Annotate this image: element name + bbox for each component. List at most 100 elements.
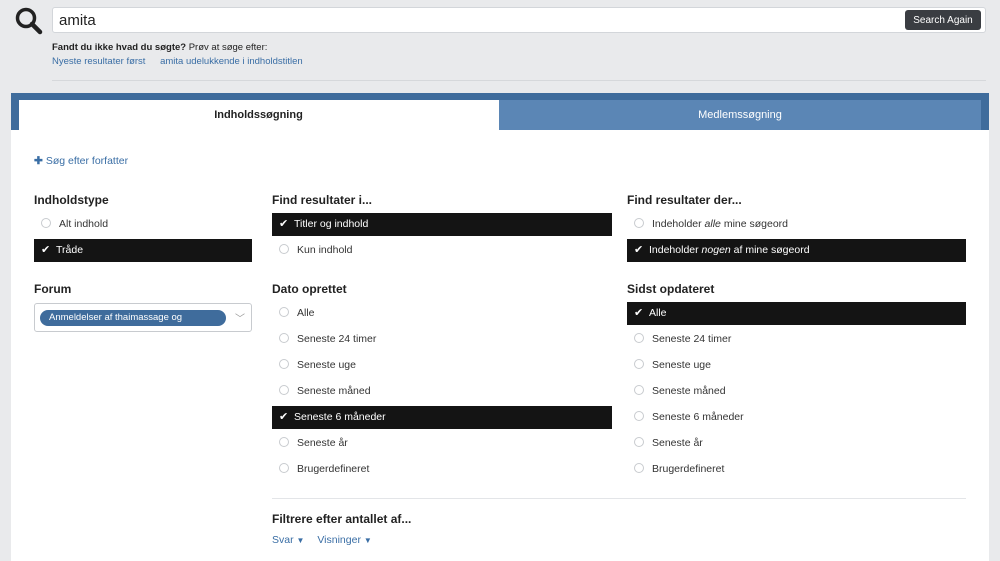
last-updated-option-6months[interactable]: Seneste 6 måneder: [627, 406, 966, 429]
filter-views-link[interactable]: Visninger ▼: [317, 534, 371, 546]
search-hint: Fandt du ikke hvad du søgte? Prøv at søg…: [52, 42, 267, 53]
check-icon: ✔: [634, 307, 644, 319]
radio-icon: [279, 463, 289, 473]
tab-member-search[interactable]: Medlemssøgning: [499, 100, 981, 130]
check-icon: ✔: [279, 218, 289, 230]
radio-icon: [634, 359, 644, 369]
chevron-down-icon[interactable]: ﹀: [235, 310, 245, 325]
option-label-suffix: mine søgeord: [720, 218, 789, 230]
option-label: Seneste år: [652, 437, 703, 449]
option-label: Tråde: [56, 244, 84, 256]
date-created-option-6months[interactable]: ✔ Seneste 6 måneder: [272, 406, 612, 429]
option-label: Seneste uge: [652, 359, 711, 371]
option-label: Seneste 6 måneder: [294, 411, 386, 423]
option-label-em: alle: [704, 218, 721, 230]
option-label: Alle: [649, 307, 667, 319]
option-label-em: nogen: [701, 244, 731, 256]
forum-select[interactable]: Anmeldelser af thaimassage og ﹀: [34, 303, 252, 332]
check-icon: ✔: [41, 244, 51, 256]
option-label: Seneste år: [297, 437, 348, 449]
caret-down-icon: ▼: [363, 536, 372, 545]
date-created-option-24h[interactable]: Seneste 24 timer: [272, 328, 612, 351]
radio-icon: [279, 307, 289, 317]
content-type-option-all[interactable]: Alt indhold: [34, 213, 252, 236]
add-author-label: Søg efter forfatter: [45, 155, 129, 167]
radio-icon: [279, 359, 289, 369]
panel-border-right: [981, 100, 989, 130]
hint-question: Fandt du ikke hvad du søgte?: [52, 42, 187, 53]
option-label-prefix: Indeholder: [652, 218, 705, 230]
radio-icon: [279, 333, 289, 343]
date-created-option-year[interactable]: Seneste år: [272, 432, 612, 455]
option-label: Brugerdefineret: [297, 463, 370, 475]
plus-icon: ✚: [34, 155, 43, 167]
radio-icon: [634, 463, 644, 473]
last-updated-option-month[interactable]: Seneste måned: [627, 380, 966, 403]
radio-icon: [634, 437, 644, 447]
date-created-option-custom[interactable]: Brugerdefineret: [272, 458, 612, 481]
content-type-option-threads[interactable]: ✔ Tråde: [34, 239, 252, 262]
search-box: Search Again: [52, 7, 986, 33]
find-that-option-all-words[interactable]: Indeholder alle mine søgeord: [627, 213, 966, 236]
option-label: Alle: [297, 307, 315, 319]
option-label: Seneste 6 måneder: [652, 411, 744, 423]
option-label: Seneste uge: [297, 359, 356, 371]
check-icon: ✔: [279, 411, 289, 423]
radio-icon: [634, 385, 644, 395]
add-author-link[interactable]: ✚ Søg efter forfatter: [34, 155, 128, 167]
option-label: Seneste måned: [652, 385, 726, 397]
option-label: Seneste måned: [297, 385, 371, 397]
filter-heading: Filtrere efter antallet af...: [272, 512, 412, 526]
option-label: Titler og indhold: [294, 218, 369, 230]
date-created-option-month[interactable]: Seneste måned: [272, 380, 612, 403]
find-in-heading: Find resultater i...: [272, 193, 373, 207]
title-only-link[interactable]: amita udelukkende i indholdstitlen: [160, 56, 303, 67]
option-label-suffix: af mine søgeord: [730, 244, 810, 256]
option-label: Alt indhold: [59, 218, 109, 230]
find-that-option-any-words[interactable]: ✔ Indeholder nogen af mine søgeord: [627, 239, 966, 262]
last-updated-option-all[interactable]: ✔ Alle: [627, 302, 966, 325]
forum-heading: Forum: [34, 282, 72, 296]
last-updated-option-custom[interactable]: Brugerdefineret: [627, 458, 966, 481]
radio-icon: [279, 437, 289, 447]
filter-views-label: Visninger: [317, 534, 361, 546]
radio-icon: [634, 218, 644, 228]
panel-border-left: [11, 100, 19, 130]
radio-icon: [634, 333, 644, 343]
divider: [272, 498, 966, 499]
check-icon: ✔: [634, 244, 644, 256]
radio-icon: [279, 244, 289, 254]
radio-icon: [41, 218, 51, 228]
search-again-button[interactable]: Search Again: [905, 10, 981, 30]
date-created-heading: Dato oprettet: [272, 282, 347, 296]
last-updated-option-24h[interactable]: Seneste 24 timer: [627, 328, 966, 351]
date-created-option-all[interactable]: Alle: [272, 302, 612, 325]
divider: [52, 80, 986, 81]
newest-first-link[interactable]: Nyeste resultater først: [52, 56, 145, 67]
last-updated-option-week[interactable]: Seneste uge: [627, 354, 966, 377]
option-label: Brugerdefineret: [652, 463, 725, 475]
search-input[interactable]: [59, 11, 879, 29]
hint-text: Prøv at søge efter:: [186, 42, 268, 53]
content-type-heading: Indholdstype: [34, 193, 109, 207]
option-label: Seneste 24 timer: [297, 333, 377, 345]
find-in-option-content-only[interactable]: Kun indhold: [272, 239, 612, 262]
caret-down-icon: ▼: [296, 536, 305, 545]
option-label-prefix: Indeholder: [649, 244, 702, 256]
search-icon[interactable]: [14, 6, 44, 36]
filter-replies-label: Svar: [272, 534, 294, 546]
forum-tag[interactable]: Anmeldelser af thaimassage og: [40, 310, 226, 326]
radio-icon: [634, 411, 644, 421]
radio-icon: [279, 385, 289, 395]
hint-links: Nyeste resultater først amita udelukkend…: [52, 56, 315, 67]
find-that-heading: Find resultater der...: [627, 193, 742, 207]
option-label: Kun indhold: [297, 244, 353, 256]
date-created-option-week[interactable]: Seneste uge: [272, 354, 612, 377]
filter-links: Svar ▼ Visninger ▼: [272, 534, 382, 546]
last-updated-option-year[interactable]: Seneste år: [627, 432, 966, 455]
filter-replies-link[interactable]: Svar ▼: [272, 534, 304, 546]
find-in-option-titles-content[interactable]: ✔ Titler og indhold: [272, 213, 612, 236]
tab-content-search[interactable]: Indholdssøgning: [19, 100, 498, 130]
option-label: Seneste 24 timer: [652, 333, 732, 345]
last-updated-heading: Sidst opdateret: [627, 282, 715, 296]
